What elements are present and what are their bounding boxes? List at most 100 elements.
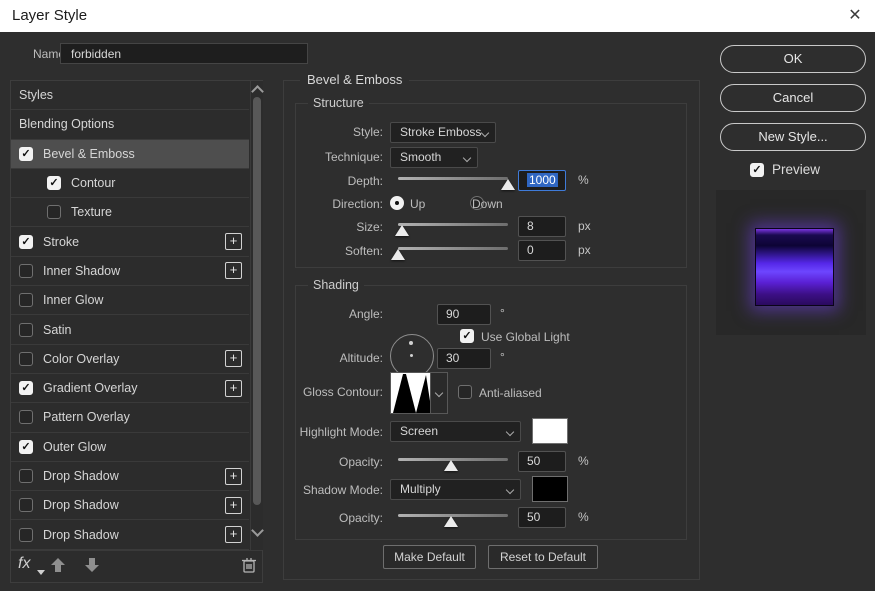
delete-effect-button[interactable] [241,556,257,579]
drop-shadow-checkbox[interactable] [19,469,33,483]
drop-shadow-checkbox[interactable] [19,528,33,542]
drop-shadow-add-button[interactable]: + [225,468,242,485]
highlight-color-swatch[interactable] [532,418,568,444]
sidebar-item-drop-shadow[interactable]: Drop Shadow+ [11,491,249,520]
cancel-button[interactable]: Cancel [720,84,866,112]
sidebar-item-inner-shadow[interactable]: Inner Shadow+ [11,257,249,286]
drop-shadow-checkbox[interactable] [19,498,33,512]
reset-to-default-button[interactable]: Reset to Default [488,545,598,569]
anti-aliased-checkbox[interactable] [458,385,472,399]
altitude-input[interactable]: 30 [437,348,491,369]
angle-dial-marker [409,341,413,345]
highlight-opacity-thumb[interactable] [444,460,458,471]
gradient-overlay-add-button[interactable]: + [225,380,242,397]
bevel-emboss-checkbox[interactable]: ✓ [19,147,33,161]
gradient-overlay-checkbox[interactable]: ✓ [19,381,33,395]
name-input[interactable] [60,43,308,64]
style-value: Stroke Emboss [400,125,481,139]
angle-input[interactable]: 90 [437,304,491,325]
soften-slider[interactable] [398,247,508,250]
fx-label: fx [18,555,30,572]
sidebar-item-gradient-overlay[interactable]: ✓ Gradient Overlay + [11,374,249,403]
shadow-mode-dropdown[interactable]: Multiply [390,479,521,500]
effect-panel-title: Bevel & Emboss [300,72,409,88]
styles-list: StylesBlending Options✓Bevel & Emboss✓Co… [11,81,249,550]
sidebar-item-inner-glow[interactable]: Inner Glow [11,286,249,315]
size-input[interactable]: 8 [518,216,566,237]
shadow-color-swatch[interactable] [532,476,568,502]
styles-sidebar: StylesBlending Options✓Bevel & Emboss✓Co… [10,80,263,583]
sidebar-item-color-overlay[interactable]: Color Overlay+ [11,345,249,374]
use-global-light-checkbox[interactable]: ✓ [460,329,474,343]
preview-checkbox[interactable]: ✓ [750,163,764,177]
scrollbar-thumb[interactable] [253,97,261,505]
drop-shadow-add-button[interactable]: + [225,497,242,514]
texture-checkbox[interactable] [47,205,61,219]
highlight-opacity-input[interactable]: 50 [518,451,566,472]
soften-unit: px [578,243,591,257]
shadow-mode-value: Multiply [400,482,441,496]
structure-group-label: Structure [308,95,369,111]
sidebar-item-label: Blending Options [19,117,114,131]
sidebar-item-label: Bevel & Emboss [43,147,135,161]
color-overlay-checkbox[interactable] [19,352,33,366]
sidebar-footer: fx [11,550,262,583]
depth-slider[interactable] [398,177,508,180]
pattern-overlay-checkbox[interactable] [19,410,33,424]
sidebar-item-drop-shadow[interactable]: Drop Shadow+ [11,520,249,549]
stroke-checkbox[interactable]: ✓ [19,235,33,249]
sidebar-item-blending-options[interactable]: Blending Options [11,110,249,139]
make-default-button[interactable]: Make Default [383,545,476,569]
ok-button[interactable]: OK [720,45,866,73]
sidebar-item-label: Gradient Overlay [43,381,137,395]
shadow-opacity-input[interactable]: 50 [518,507,566,528]
altitude-unit: ° [500,350,505,364]
gloss-contour-thumbnail [391,373,430,413]
drop-shadow-add-button[interactable]: + [225,526,242,543]
sidebar-item-drop-shadow[interactable]: Drop Shadow+ [11,462,249,491]
sidebar-item-texture[interactable]: Texture [11,198,249,227]
sidebar-item-pattern-overlay[interactable]: Pattern Overlay [11,403,249,432]
color-overlay-add-button[interactable]: + [225,350,242,367]
scroll-down-icon[interactable] [251,524,264,537]
inner-glow-checkbox[interactable] [19,293,33,307]
satin-checkbox[interactable] [19,323,33,337]
sidebar-item-contour[interactable]: ✓Contour [11,169,249,198]
shadow-opacity-thumb[interactable] [444,516,458,527]
inner-shadow-checkbox[interactable] [19,264,33,278]
move-effect-up-button[interactable] [49,557,67,578]
move-effect-down-button[interactable] [83,557,101,578]
scroll-up-icon[interactable] [251,85,264,98]
technique-dropdown[interactable]: Smooth [390,147,478,168]
shadow-opacity-slider[interactable] [398,514,508,517]
sidebar-item-label: Texture [71,205,112,219]
soften-input[interactable]: 0 [518,240,566,261]
highlight-mode-dropdown[interactable]: Screen [390,421,521,442]
style-dropdown[interactable]: Stroke Emboss [390,122,496,143]
size-slider[interactable] [398,223,508,226]
depth-input[interactable]: 1000 [518,170,566,191]
stroke-add-button[interactable]: + [225,233,242,250]
size-slider-thumb[interactable] [395,225,409,236]
outer-glow-checkbox[interactable]: ✓ [19,440,33,454]
gloss-contour-dropdown[interactable] [430,373,447,413]
inner-shadow-add-button[interactable]: + [225,262,242,279]
anti-aliased-label: Anti-aliased [479,385,542,401]
sidebar-item-stroke[interactable]: ✓Stroke+ [11,227,249,256]
close-icon[interactable]: ✕ [843,4,867,28]
direction-up-radio[interactable] [390,196,404,210]
sidebar-scrollbar[interactable] [250,81,263,550]
sidebar-item-bevel-emboss[interactable]: ✓ Bevel & Emboss [11,140,249,169]
fx-menu-button[interactable]: fx [18,555,30,573]
sidebar-item-satin[interactable]: Satin [11,315,249,344]
highlight-mode-label: Highlight Mode: [270,424,383,440]
gloss-contour-picker[interactable] [390,372,448,414]
highlight-opacity-slider[interactable] [398,458,508,461]
depth-slider-thumb[interactable] [501,179,515,190]
fx-caret-icon [37,570,45,575]
new-style-button[interactable]: New Style... [720,123,866,151]
sidebar-item-outer-glow[interactable]: ✓Outer Glow [11,433,249,462]
soften-slider-thumb[interactable] [391,249,405,260]
contour-checkbox[interactable]: ✓ [47,176,61,190]
sidebar-item-styles[interactable]: Styles [11,81,249,110]
